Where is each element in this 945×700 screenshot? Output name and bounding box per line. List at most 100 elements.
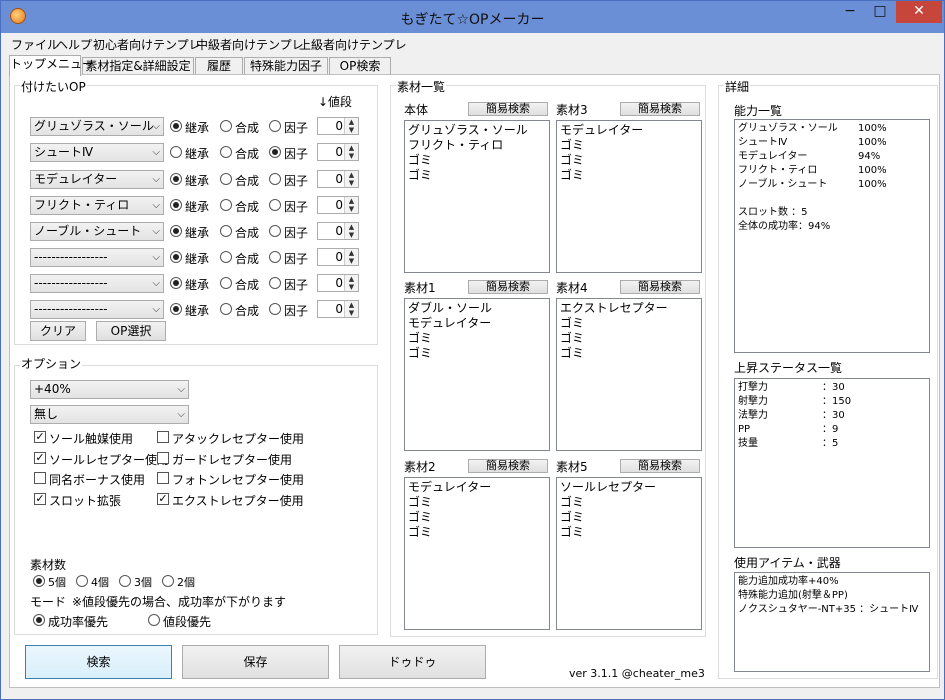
material-item[interactable]: エクストレセプター [560,301,698,316]
boost-select[interactable]: +40% ⌵ [30,380,189,399]
stepper-arrows-icon[interactable]: ▲ ▼ [344,197,358,213]
material-item[interactable]: モデュレイター [408,316,546,331]
op-radio-3[interactable] [269,146,281,158]
op-radio-2[interactable] [220,251,232,263]
op-radio-2[interactable] [220,146,232,158]
option-checkbox[interactable] [34,472,46,484]
count-radio-2[interactable] [76,575,88,587]
count-radio-3[interactable] [119,575,131,587]
price-stepper[interactable]: 0 ▲ ▼ [317,196,359,214]
stepper-arrows-icon[interactable]: ▲ ▼ [344,223,358,239]
material-item[interactable]: ゴミ [560,316,698,331]
item-select[interactable]: 無し ⌵ [30,405,189,424]
search-button[interactable]: 検索 [25,645,172,679]
price-stepper[interactable]: 0 ▲ ▼ [317,170,359,188]
op-select-7[interactable]: ----------------- ⌵ [30,274,164,293]
material-item[interactable]: ゴミ [408,168,546,183]
op-radio-3[interactable] [269,173,281,185]
stepper-arrows-icon[interactable]: ▲ ▼ [344,275,358,291]
maximize-icon[interactable]: □ [867,1,893,23]
material-item[interactable]: ゴミ [560,331,698,346]
material-item[interactable]: ゴミ [560,525,698,540]
option-checkbox[interactable] [157,451,169,464]
quick-search-button[interactable]: 簡易検索 [620,102,700,116]
menu-advanced-template[interactable]: 上級者向けテンプレ [299,36,407,53]
close-icon[interactable]: ✕ [896,1,942,23]
dodo-button[interactable]: ドゥドゥ [339,645,486,679]
minimize-icon[interactable]: − [837,1,863,23]
op-radio-2[interactable] [220,199,232,211]
quick-search-button[interactable]: 簡易検索 [468,102,548,116]
tab-op-search[interactable]: OP検索 [329,57,391,75]
option-checkbox[interactable]: ✓ [157,492,169,505]
material-item[interactable]: ゴミ [560,346,698,361]
tab-material-settings[interactable]: 素材指定&詳細設定 [82,57,194,75]
stepper-arrows-icon[interactable]: ▲ ▼ [344,171,358,187]
op-radio-3[interactable] [269,225,281,237]
save-button[interactable]: 保存 [182,645,329,679]
material-item[interactable]: ゴミ [560,138,698,153]
tab-history[interactable]: 履歴 [195,57,243,75]
count-radio-4[interactable] [162,575,174,587]
menu-beginner-template[interactable]: 初心者向けテンプレ [93,36,201,53]
op-select-6[interactable]: ----------------- ⌵ [30,248,164,267]
op-select-3[interactable]: モデュレイター ⌵ [30,170,164,189]
op-radio-1[interactable] [170,225,182,237]
op-radio-1[interactable] [170,173,182,185]
op-radio-1[interactable] [170,303,182,315]
material-item[interactable]: ゴミ [408,153,546,168]
clear-button[interactable]: クリア [30,321,86,341]
menu-help[interactable]: ヘルプ [56,36,92,53]
material-item[interactable]: ゴミ [560,510,698,525]
op-radio-2[interactable] [220,277,232,289]
price-stepper[interactable]: 0 ▲ ▼ [317,222,359,240]
material-item[interactable]: モデュレイター [408,480,546,495]
material-item[interactable]: ゴミ [408,331,546,346]
stepper-arrows-icon[interactable]: ▲ ▼ [344,301,358,317]
option-checkbox[interactable] [157,472,169,484]
material-item[interactable]: ゴミ [560,168,698,183]
op-radio-2[interactable] [220,225,232,237]
option-checkbox[interactable]: ✓ [34,431,46,443]
material-item[interactable]: ソールレセプター [560,480,698,495]
op-radio-2[interactable] [220,120,232,132]
mode-radio-2[interactable] [148,614,160,626]
material-item[interactable]: フリクト・ティロ [408,138,546,153]
op-radio-2[interactable] [220,173,232,185]
op-select-1[interactable]: グリュゾラス・ソール ⌵ [30,117,164,136]
material-item[interactable]: ゴミ [560,153,698,168]
menu-intermediate-template[interactable]: 中級者向けテンプレ [196,36,304,53]
stepper-arrows-icon[interactable]: ▲ ▼ [344,144,358,160]
tab-special-factor[interactable]: 特殊能力因子 [244,57,328,75]
stepper-arrows-icon[interactable]: ▲ ▼ [344,249,358,265]
op-select-5[interactable]: ノーブル・シュート ⌵ [30,222,164,241]
mode-radio-1[interactable] [33,614,45,626]
material-item[interactable]: ゴミ [408,525,546,540]
material-item[interactable]: ゴミ [408,510,546,525]
op-radio-3[interactable] [269,277,281,289]
op-select-button[interactable]: OP選択 [96,321,166,341]
material-item[interactable]: ゴミ [408,346,546,361]
op-radio-2[interactable] [220,303,232,315]
option-checkbox[interactable] [157,431,169,443]
price-stepper[interactable]: 0 ▲ ▼ [317,117,359,135]
op-radio-1[interactable] [170,146,182,158]
op-select-2[interactable]: シュートⅣ ⌵ [30,143,164,162]
material-item[interactable]: ゴミ [560,495,698,510]
stepper-arrows-icon[interactable]: ▲ ▼ [344,118,358,134]
material-item[interactable]: ゴミ [408,495,546,510]
op-select-8[interactable]: ----------------- ⌵ [30,300,164,319]
material-item[interactable]: ダブル・ソール [408,301,546,316]
option-checkbox[interactable]: ✓ [34,492,46,505]
op-radio-1[interactable] [170,251,182,263]
quick-search-button[interactable]: 簡易検索 [468,459,548,473]
op-select-4[interactable]: フリクト・ティロ ⌵ [30,196,164,215]
price-stepper[interactable]: 0 ▲ ▼ [317,143,359,161]
option-checkbox[interactable]: ✓ [34,451,46,464]
price-stepper[interactable]: 0 ▲ ▼ [317,248,359,266]
price-stepper[interactable]: 0 ▲ ▼ [317,274,359,292]
count-radio-1[interactable] [33,575,45,587]
op-radio-3[interactable] [269,303,281,315]
op-radio-3[interactable] [269,120,281,132]
price-stepper[interactable]: 0 ▲ ▼ [317,300,359,318]
